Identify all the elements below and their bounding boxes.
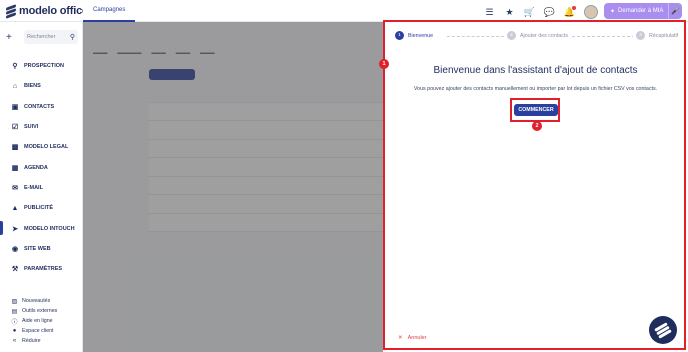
sidebar-item-publicite[interactable]: ▲ PUBLICITÉ: [0, 198, 83, 218]
sidebar-item-label: MODELO LEGAL: [24, 144, 69, 151]
search-icon: ⚲: [69, 34, 75, 41]
link-label: Espace client: [22, 328, 54, 334]
add-icon[interactable]: +: [6, 32, 18, 43]
sidebar-item-label: AGENDA: [24, 164, 48, 171]
sidebar-item-modelo-legal[interactable]: ▩ MODELO LEGAL: [0, 137, 83, 157]
link-nouveautes[interactable]: ▨ Nouveautés: [11, 296, 57, 306]
sidebar-item-email[interactable]: ✉ E-MAIL: [0, 178, 83, 198]
chat-icon[interactable]: 💬: [544, 7, 555, 18]
sidebar-nav: ⚲ PROSPECTION ⌂ BIENS ▣ CONTACTS ☑ SUIVI ▩ MO…: [0, 56, 83, 279]
send-icon: ➤: [12, 225, 18, 233]
tab-campagnes[interactable]: Campagnes: [83, 0, 136, 22]
logo-icon: [6, 4, 16, 19]
link-label: Réduire: [22, 338, 41, 344]
avatar[interactable]: [584, 5, 598, 19]
link-outils-externes[interactable]: ▤ Outils externes: [11, 306, 58, 316]
star-icon[interactable]: ★: [504, 7, 515, 18]
megaphone-icon: ▲: [11, 204, 19, 212]
sidebar-item-prospection[interactable]: ⚲ PROSPECTION: [0, 56, 83, 76]
sidebar-item-label: PARAMÈTRES: [24, 266, 63, 273]
chat-widget-button[interactable]: [649, 316, 677, 344]
notification-dot: [572, 5, 576, 10]
annotation-box-start: [510, 98, 560, 122]
sidebar-item-label: BIENS: [24, 83, 41, 90]
logo[interactable]: modelo office: [6, 4, 88, 19]
user-icon: ●: [12, 328, 17, 334]
info-icon: ⓘ: [11, 319, 18, 326]
folder-icon: ▩: [11, 144, 19, 152]
mail-icon: ✉: [12, 184, 18, 192]
sidebar-item-biens[interactable]: ⌂ BIENS: [0, 76, 83, 96]
sidebar-item-contacts[interactable]: ▣ CONTACTS: [0, 97, 83, 117]
annotation-badge-1: 1: [379, 59, 389, 69]
gift-icon: ▨: [11, 298, 18, 305]
sidebar-item-site-web[interactable]: ◉ SITE WEB: [0, 239, 83, 259]
sidebar-item-label: PROSPECTION: [24, 63, 65, 70]
annotation-badge-2: 2: [532, 121, 542, 131]
sidebar-item-label: SITE WEB: [24, 245, 51, 252]
sidebar-item-label: MODELO INTOUCH: [24, 225, 75, 232]
microphone-icon[interactable]: 🎤: [668, 3, 682, 19]
sidebar-item-parametres[interactable]: ⚒ PARAMÈTRES: [0, 259, 83, 279]
calendar-icon: ▦: [11, 164, 19, 172]
cart-icon[interactable]: 🛒: [524, 7, 535, 18]
contacts-icon: ▣: [11, 103, 19, 111]
ask-mia-button[interactable]: ✦ Demander à MIA 🎤: [604, 3, 682, 19]
globe-icon: ◉: [11, 245, 19, 253]
logo-text: modelo office: [19, 5, 88, 17]
link-reduire[interactable]: « Réduire: [11, 336, 57, 346]
search-input[interactable]: Rechercher ⚲: [24, 30, 78, 44]
annotation-box-panel: [383, 20, 686, 350]
modal-overlay[interactable]: [83, 22, 383, 352]
top-bar: modelo office Campagnes ☰ ★ 🛒 💬 🔔 ✦ Dema…: [0, 0, 688, 22]
collapse-icon: «: [12, 338, 17, 344]
sidebar-item-suivi[interactable]: ☑ SUIVI: [0, 117, 83, 137]
link-label: Outils externes: [22, 308, 58, 314]
layers-icon[interactable]: ☰: [484, 7, 495, 18]
calendar-check-icon: ☑: [11, 124, 19, 132]
sidebar-item-label: CONTACTS: [24, 103, 55, 110]
sidebar-item-agenda[interactable]: ▦ AGENDA: [0, 157, 83, 177]
sidebar: + Rechercher ⚲ ⚲ PROSPECTION ⌂ BIENS ▣ CONT…: [0, 22, 83, 352]
ask-mia-label: Demander à MIA: [618, 8, 664, 14]
link-label: Aide en ligne: [22, 318, 53, 324]
sidebar-bottom-links: ▨ Nouveautés ▤ Outils externes ⓘ Aide en li…: [11, 296, 57, 346]
sidebar-item-modelo-intouch[interactable]: ➤ MODELO INTOUCH: [0, 218, 83, 238]
sidebar-item-label: E-MAIL: [24, 184, 43, 191]
sidebar-item-label: SUIVI: [24, 124, 39, 131]
search-placeholder: Rechercher: [27, 34, 56, 40]
chat-widget-icon: [656, 325, 670, 335]
link-aide-en-ligne[interactable]: ⓘ Aide en ligne: [11, 316, 57, 326]
wrench-icon: ⚒: [11, 266, 19, 274]
bell-icon[interactable]: 🔔: [564, 5, 576, 18]
search-icon: ⚲: [12, 63, 18, 71]
link-label: Nouveautés: [22, 298, 51, 304]
link-espace-client[interactable]: ● Espace client: [11, 326, 57, 336]
sidebar-item-label: PUBLICITÉ: [24, 205, 54, 212]
briefcase-icon: ▤: [11, 308, 18, 315]
home-icon: ⌂: [12, 82, 18, 90]
sparkle-icon: ✦: [610, 8, 616, 15]
